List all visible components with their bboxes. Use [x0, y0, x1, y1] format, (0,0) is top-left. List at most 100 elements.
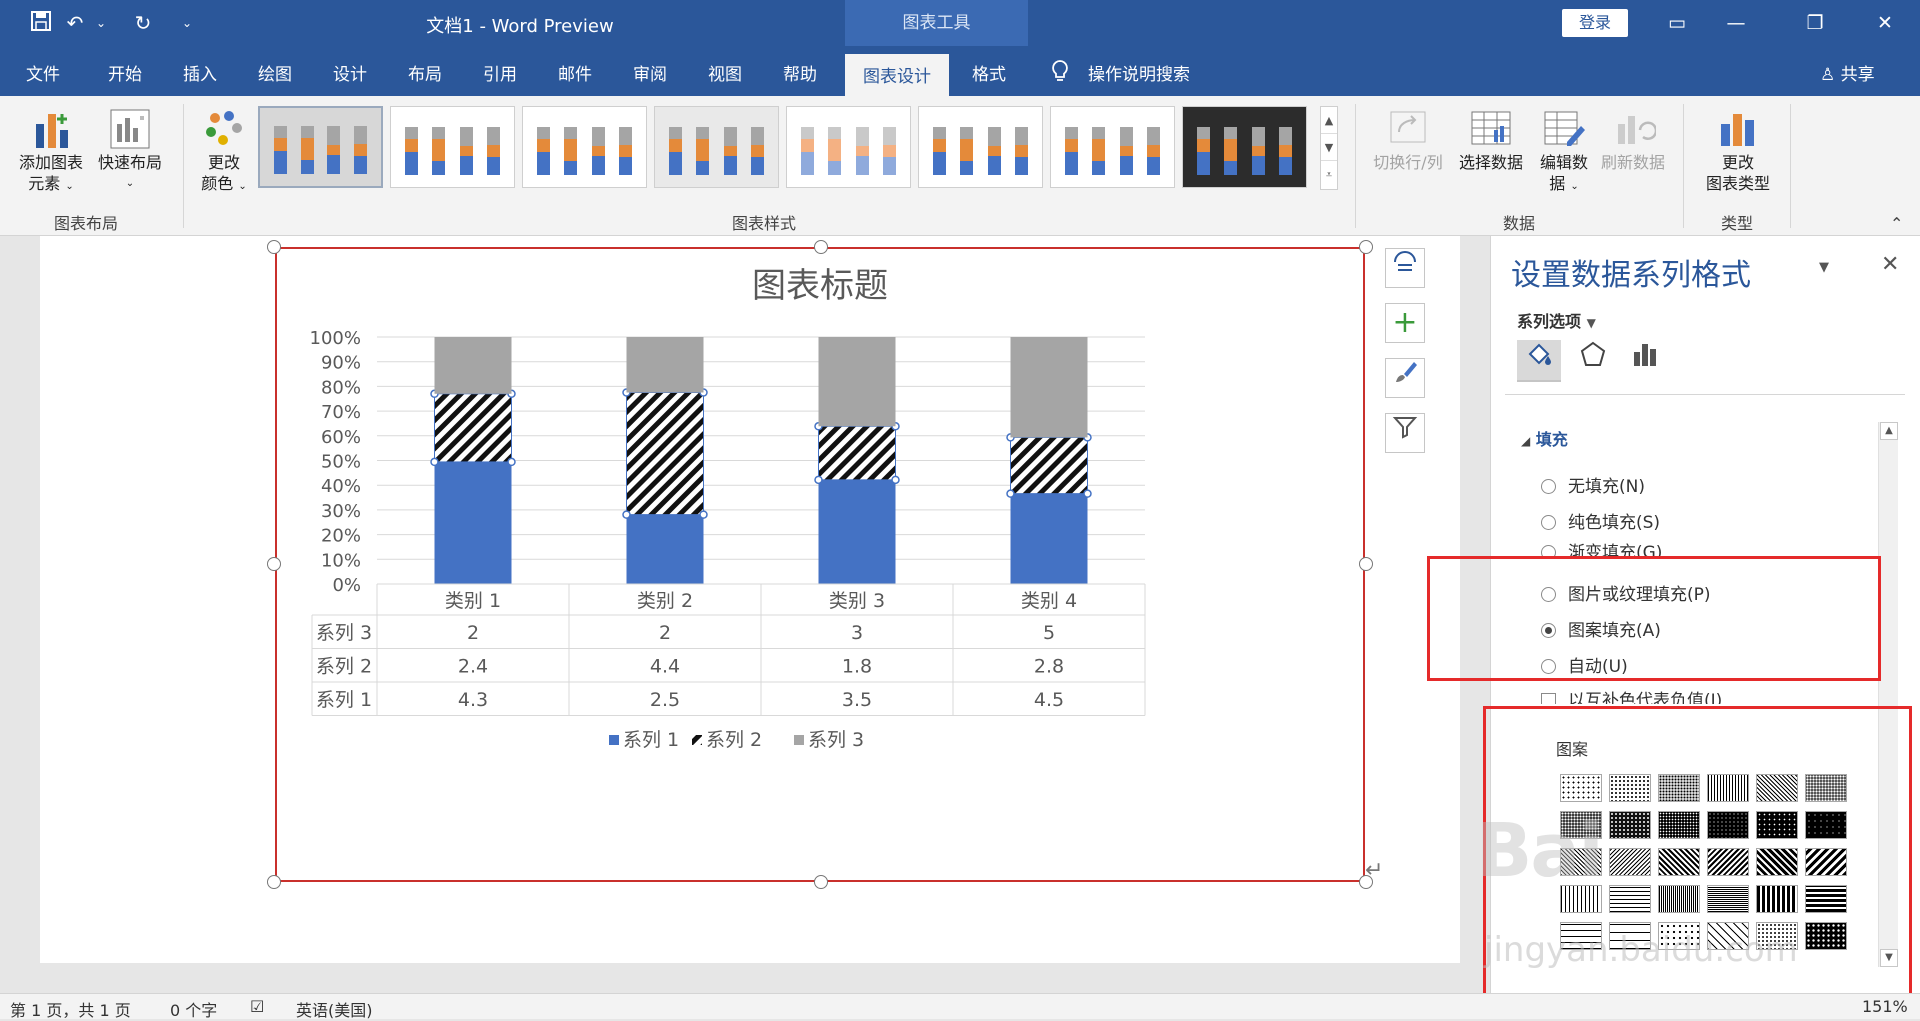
- bar-3-2[interactable]: [626, 337, 704, 393]
- bar-2-2[interactable]: [626, 392, 704, 515]
- add-chart-element-button[interactable]: 添加图表 元素 ⌄: [12, 106, 90, 197]
- tab-format[interactable]: 格式: [972, 60, 1006, 85]
- bar-1-4[interactable]: [1010, 493, 1088, 584]
- radio-no-fill[interactable]: [1541, 479, 1556, 494]
- change-colors-button[interactable]: 更改 颜色 ⌄: [192, 106, 256, 197]
- gallery-up-icon[interactable]: ▲: [1321, 107, 1337, 134]
- language-status[interactable]: 英语(美国): [296, 997, 373, 1021]
- thumbnail-segment: [564, 160, 578, 175]
- gradient-fill-option[interactable]: 渐变填充(G): [1541, 538, 1662, 556]
- change-chart-type-button[interactable]: 更改 图表类型: [1693, 106, 1783, 194]
- bar-2-3[interactable]: [818, 426, 896, 480]
- chart-elements-icon[interactable]: +: [1385, 303, 1425, 343]
- chart-styles-gallery[interactable]: [258, 106, 1318, 192]
- edit-data-button[interactable]: 编辑数 据 ⌄: [1533, 106, 1595, 197]
- chart-style-4[interactable]: [654, 106, 779, 188]
- share-button[interactable]: ♙ 共享: [1820, 60, 1875, 85]
- undo-dropdown-icon[interactable]: ⌄: [88, 10, 114, 36]
- collapse-ribbon-icon[interactable]: ⌃: [1890, 214, 1903, 233]
- tab-file[interactable]: 文件: [26, 60, 60, 85]
- tab-chart-design[interactable]: 图表设计: [845, 54, 949, 96]
- ribbon-display-icon[interactable]: ▭: [1657, 8, 1697, 38]
- series-options-tab-icon[interactable]: [1623, 340, 1667, 382]
- bar-2-1[interactable]: [434, 393, 512, 462]
- customize-qat-icon[interactable]: ⌄: [174, 10, 200, 36]
- resize-handle[interactable]: [267, 875, 281, 889]
- bar-1-3[interactable]: [818, 479, 896, 584]
- refresh-data-button[interactable]: 刷新数据: [1596, 106, 1670, 173]
- thumbnail-column: [696, 127, 710, 175]
- login-button[interactable]: 登录: [1562, 9, 1628, 37]
- lightbulb-icon[interactable]: [1050, 59, 1070, 88]
- chart-style-6[interactable]: [918, 106, 1043, 188]
- gallery-scroll[interactable]: ▲ ▼ ⩡: [1320, 106, 1338, 190]
- no-fill-option[interactable]: 无填充(N): [1541, 472, 1645, 497]
- effects-tab-icon[interactable]: [1571, 340, 1615, 382]
- layout-options-icon[interactable]: [1385, 248, 1425, 288]
- select-data-button[interactable]: 选择数据: [1452, 106, 1530, 173]
- radio-gradient-fill[interactable]: [1541, 545, 1556, 556]
- page-count[interactable]: 第 1 页，共 1 页: [10, 997, 131, 1021]
- chart-title[interactable]: 图表标题: [752, 266, 888, 306]
- tab-review[interactable]: 审阅: [633, 60, 667, 85]
- pane-options-dropdown-icon[interactable]: ▼: [1819, 260, 1829, 275]
- resize-handle[interactable]: [1359, 240, 1373, 254]
- fill-section-header[interactable]: ◢ 填充: [1521, 426, 1568, 450]
- fill-line-tab-icon[interactable]: [1517, 340, 1561, 382]
- pane-close-icon[interactable]: ✕: [1881, 252, 1899, 277]
- chart-style-3[interactable]: [522, 106, 647, 188]
- gallery-down-icon[interactable]: ▼: [1321, 134, 1337, 161]
- radio-solid-fill[interactable]: [1541, 515, 1556, 530]
- scroll-up-icon[interactable]: ▲: [1880, 422, 1898, 440]
- chart-style-7[interactable]: [1050, 106, 1175, 188]
- series-options-dropdown[interactable]: 系列选项 ▼: [1517, 308, 1596, 332]
- redo-icon[interactable]: ↻: [130, 10, 156, 36]
- bar-1-1[interactable]: [434, 461, 512, 584]
- resize-handle[interactable]: [814, 875, 828, 889]
- resize-handle[interactable]: [267, 557, 281, 571]
- bar-2-4[interactable]: [1010, 437, 1088, 494]
- tab-view[interactable]: 视图: [708, 60, 742, 85]
- quick-layout-button[interactable]: 快速布局 ⌄: [92, 106, 168, 194]
- gallery-more-icon[interactable]: ⩡: [1321, 161, 1337, 188]
- chart-style-2[interactable]: [390, 106, 515, 188]
- resize-handle[interactable]: [814, 240, 828, 254]
- tab-help[interactable]: 帮助: [783, 60, 817, 85]
- undo-icon[interactable]: ↶: [62, 10, 88, 36]
- resize-handle[interactable]: [267, 240, 281, 254]
- tab-mailings[interactable]: 邮件: [558, 60, 592, 85]
- zoom-level[interactable]: 151%: [1862, 997, 1908, 1016]
- tab-references[interactable]: 引用: [483, 60, 517, 85]
- bar-3-3[interactable]: [818, 337, 896, 427]
- selection-handle: [814, 475, 823, 485]
- restore-icon[interactable]: ❐: [1795, 8, 1835, 38]
- bar-3-4[interactable]: [1010, 337, 1088, 438]
- save-icon[interactable]: [28, 10, 54, 36]
- word-count[interactable]: 0 个字: [170, 997, 217, 1021]
- invert-if-negative-option[interactable]: 以互补色代表负值(I): [1541, 686, 1722, 704]
- thumbnail-segment: [327, 145, 341, 155]
- chart-filter-icon[interactable]: [1385, 413, 1425, 453]
- tab-draw[interactable]: 绘图: [258, 60, 292, 85]
- chart-style-5[interactable]: [786, 106, 911, 188]
- tab-home[interactable]: 开始: [108, 60, 142, 85]
- bar-3-1[interactable]: [434, 337, 512, 394]
- tab-design[interactable]: 设计: [333, 60, 367, 85]
- tab-layout[interactable]: 布局: [408, 60, 442, 85]
- chart-styles-brush-icon[interactable]: [1385, 358, 1425, 398]
- solid-fill-option[interactable]: 纯色填充(S): [1541, 508, 1660, 533]
- chart-svg: 图表标题 100% 90% 80% 70% 60% 50% 40% 30% 20% 10% 0% 类…: [310, 266, 1146, 751]
- tell-me-search[interactable]: 操作说明搜索: [1088, 60, 1190, 85]
- edit-data-label2: 据: [1549, 174, 1566, 193]
- minimize-icon[interactable]: —: [1716, 8, 1756, 38]
- invert-if-negative-checkbox[interactable]: [1541, 693, 1556, 704]
- chart-style-8[interactable]: [1182, 106, 1307, 188]
- bar-1-2[interactable]: [626, 514, 704, 584]
- close-icon[interactable]: ✕: [1865, 8, 1905, 38]
- proofing-icon[interactable]: ☑: [250, 997, 264, 1016]
- resize-handle[interactable]: [1359, 557, 1373, 571]
- tab-insert[interactable]: 插入: [183, 60, 217, 85]
- chart-style-1[interactable]: [258, 106, 383, 188]
- switch-row-column-button[interactable]: 切换行/列: [1368, 106, 1448, 173]
- chart-area[interactable]: 图表标题 100% 90% 80% 70% 60% 50% 40% 30% 20% 10% 0% 类…: [275, 247, 1365, 882]
